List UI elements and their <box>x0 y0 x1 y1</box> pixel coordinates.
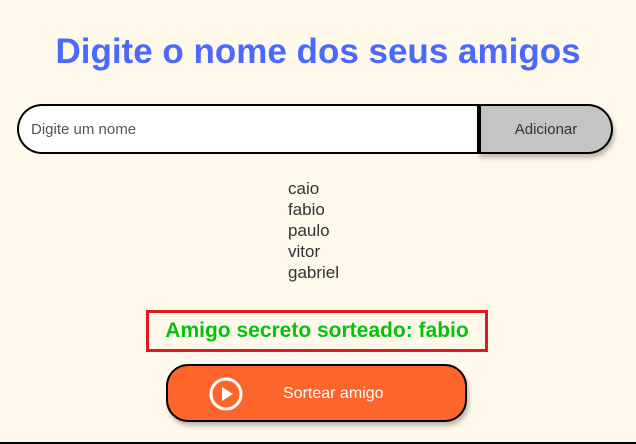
add-button[interactable]: Adicionar <box>477 104 613 154</box>
name-input[interactable] <box>17 104 477 154</box>
play-circle-icon <box>209 377 243 411</box>
list-item: gabriel <box>288 263 340 282</box>
list-item: vitor <box>288 242 321 261</box>
list-item: caio <box>288 179 320 198</box>
page-title: Digite o nome dos seus amigos <box>55 32 581 71</box>
list-item: fabio <box>288 200 325 219</box>
draw-button[interactable]: Sortear amigo <box>166 364 467 422</box>
add-friend-form: Adicionar <box>17 104 616 158</box>
draw-button-label: Sortear amigo <box>283 385 384 402</box>
list-item: paulo <box>288 221 330 240</box>
draw-result: Amigo secreto sorteado: fabio <box>146 310 488 352</box>
friend-list: caio fabio paulo vitor gabriel <box>288 178 339 283</box>
